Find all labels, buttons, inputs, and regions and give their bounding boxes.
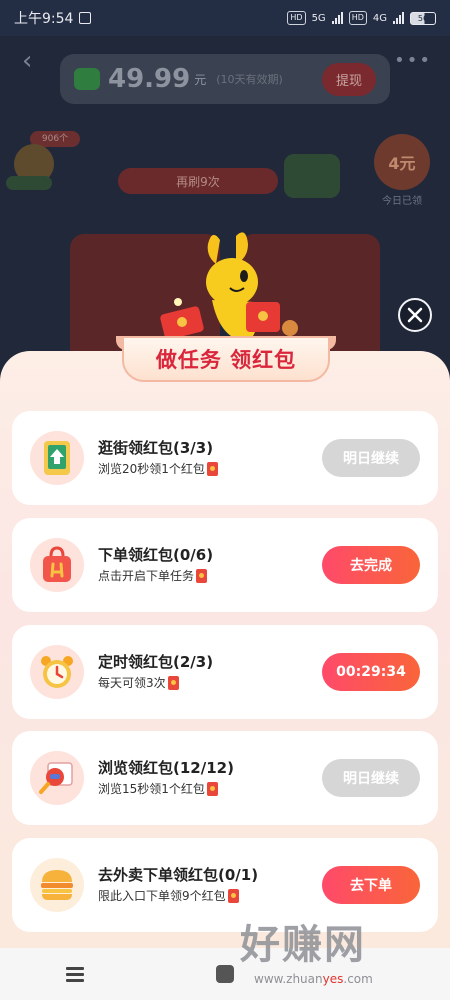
task-card-order: 下单领红包(0/6) 点击开启下单任务 去完成: [12, 518, 438, 612]
red-packet-icon: [167, 676, 179, 690]
status-time: 上午9:54: [14, 11, 74, 27]
magnifier-icon: [30, 751, 84, 805]
status-bar: 上午9:54 HD 5G HD 4G 56: [0, 0, 450, 36]
shopping-bag-icon: [30, 538, 84, 592]
shopping-phone-icon: [30, 431, 84, 485]
network1-label: 5G: [311, 12, 326, 24]
task-action-button[interactable]: 明日继续: [322, 439, 420, 477]
wechat-icon: [74, 68, 100, 90]
checkin-icon: [284, 154, 340, 198]
sheet-title-ribbon: 做任务 领红包: [122, 336, 330, 382]
close-icon: [407, 307, 423, 323]
red-packet-icon: [227, 889, 239, 903]
task-subtitle: 浏览20秒领1个红包: [98, 462, 205, 476]
red-packet-icon: [196, 569, 208, 583]
balance-card: 49.99 元 (10天有效期) 提现: [60, 54, 390, 104]
task-subtitle: 每天可领3次: [98, 676, 166, 690]
close-button[interactable]: [398, 298, 432, 332]
watermark: 好赚网 www.zhuanyes.com: [234, 904, 444, 994]
task-action-button[interactable]: 去下单: [322, 866, 420, 904]
countdown-button[interactable]: 00:29:34: [322, 653, 420, 691]
task-subtitle: 浏览15秒领1个红包: [98, 782, 205, 796]
balance-note: (10天有效期): [216, 73, 283, 86]
watermark-title: 好赚网: [240, 922, 366, 968]
task-card-browse-shop: 逛街领红包(3/3) 浏览20秒领1个红包 明日继续: [12, 411, 438, 505]
today-amount: 4元: [374, 134, 430, 190]
burger-icon: [30, 858, 84, 912]
signal1-icon: [331, 12, 343, 24]
task-subtitle: 点击开启下单任务: [98, 569, 195, 583]
sheet-title: 做任务 领红包: [155, 348, 297, 372]
red-packet-icon: [206, 782, 218, 796]
today-label: 今日已领: [382, 196, 422, 207]
back-icon: ‹: [22, 46, 33, 76]
task-title: 定时领红包(2/3): [98, 653, 214, 671]
task-action-button[interactable]: 明日继续: [322, 759, 420, 797]
task-title: 浏览领红包(12/12): [98, 759, 234, 777]
task-title: 去外卖下单领红包(0/1): [98, 866, 259, 884]
coin-chip: [6, 176, 52, 190]
task-card-browse: 浏览领红包(12/12) 浏览15秒领1个红包 明日继续: [12, 731, 438, 825]
withdraw-button: 提现: [321, 62, 376, 96]
task-subtitle: 限此入口下单领9个红包: [98, 889, 226, 903]
task-card-timed: 定时领红包(2/3) 每天可领3次 00:29:34: [12, 625, 438, 719]
signal2-icon: [393, 12, 404, 24]
menu-icon[interactable]: [66, 966, 84, 982]
red-packet-icon: [206, 462, 218, 476]
sim2-badge: HD: [348, 11, 367, 25]
watermark-url: www.zhuanyes.com: [254, 972, 373, 986]
battery-level: 56: [417, 13, 429, 23]
remaining-bar: 再刷9次: [118, 168, 278, 194]
network2-label: 4G: [372, 12, 387, 24]
balance-unit: 元: [194, 72, 207, 87]
nfc-icon: [79, 12, 92, 24]
home-icon[interactable]: [216, 965, 234, 983]
alarm-clock-icon: [30, 645, 84, 699]
battery-icon: 56: [410, 11, 436, 25]
task-title: 下单领红包(0/6): [98, 546, 214, 564]
sim1-badge: HD: [287, 11, 306, 25]
balance-amount: 49.99: [108, 64, 191, 94]
more-icon: •••: [394, 50, 432, 71]
task-action-button[interactable]: 去完成: [322, 546, 420, 584]
task-title: 逛街领红包(3/3): [98, 439, 214, 457]
